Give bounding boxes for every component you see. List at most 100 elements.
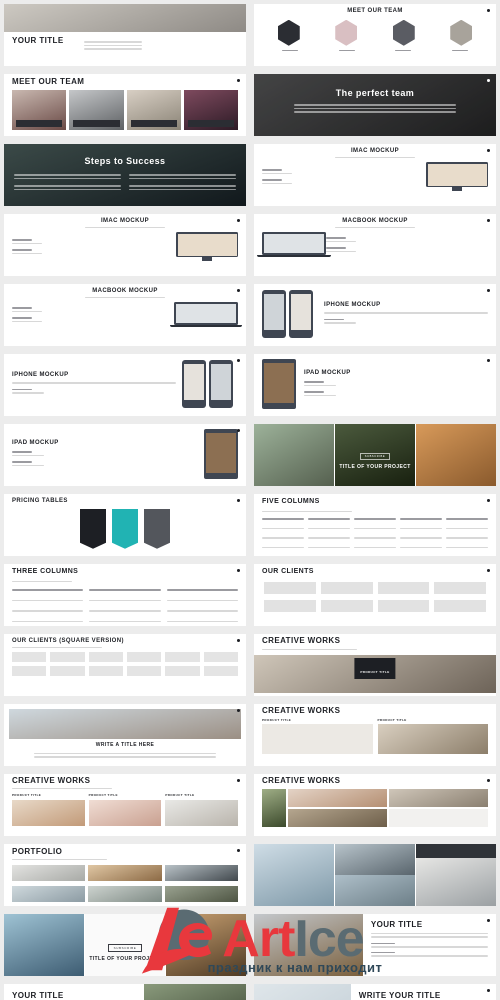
slide-thumbnail[interactable]: CREATIVE WORKS PRODUCT TITLE — [254, 634, 496, 696]
subscribe-button[interactable]: SUBSCRIBE — [107, 944, 143, 952]
pricing-card[interactable] — [80, 508, 106, 549]
slide-thumbnail[interactable]: CREATIVE WORKS PRODUCT TITLE PRODUCT TIT… — [254, 704, 496, 766]
slide-thumbnail[interactable]: PORTFOLIO — [4, 844, 246, 906]
slide-thumbnail[interactable]: SUBSCRIBE TITLE OF YOUR PROJECT — [4, 914, 246, 976]
slide-title: The perfect team — [335, 88, 415, 98]
page-dot — [487, 499, 490, 502]
slide-thumbnail[interactable]: PRICING TABLES — [4, 494, 246, 556]
feature-list — [262, 167, 426, 186]
slide-photo — [416, 424, 496, 486]
client-logo — [377, 599, 430, 612]
page-dot — [237, 499, 240, 502]
feature-list — [12, 305, 174, 324]
slide-thumbnail[interactable]: OUR CLIENTS — [254, 564, 496, 626]
slide-title: IPAD MOCKUP — [304, 369, 351, 376]
page-dot — [237, 849, 240, 852]
slide-thumbnail[interactable]: WRITE A TITLE HERE — [4, 704, 246, 766]
team-card — [126, 89, 181, 130]
page-dot — [237, 779, 240, 782]
slide-thumbnail[interactable]: Steps to Success — [4, 144, 246, 206]
slide-thumbnail[interactable]: IPHONE MOCKUP — [4, 354, 246, 416]
client-logo — [434, 599, 486, 612]
client-logo — [203, 666, 238, 677]
slide-thumbnail[interactable]: YOUR TITLE — [254, 914, 496, 976]
text-lines — [254, 98, 496, 113]
feature-list — [12, 237, 176, 256]
slide-title: OUR CLIENTS — [262, 568, 314, 575]
slide-thumbnail[interactable]: IMAC MOCKUP — [4, 214, 246, 276]
slide-thumbnail[interactable]: MEET OUR TEAM — [254, 4, 496, 66]
team-card — [183, 89, 238, 130]
page-dot — [237, 639, 240, 642]
ipad-mockup-icon — [204, 429, 238, 479]
page-dot — [487, 219, 490, 222]
feature-list — [326, 235, 488, 254]
slide-thumbnail[interactable]: IMAC MOCKUP — [254, 144, 496, 206]
imac-mockup-icon — [426, 162, 488, 192]
slide-thumbnail[interactable] — [254, 844, 496, 906]
slide-thumbnail[interactable]: OUR CLIENTS (SQUARE VERSION) — [4, 634, 246, 696]
slide-photo: PRODUCT TITLE — [254, 655, 496, 694]
portfolio-item — [12, 886, 86, 903]
slide-thumbnail[interactable]: The perfect team — [254, 74, 496, 136]
table-row — [262, 545, 488, 551]
page-dot — [487, 359, 490, 362]
slide-title: YOUR TITLE — [12, 991, 64, 1000]
pricing-card-row — [4, 505, 246, 553]
slide-photo — [254, 984, 351, 1000]
slide-title: YOUR TITLE — [12, 36, 64, 45]
slide-title: CREATIVE WORKS — [262, 776, 341, 785]
table-row — [12, 608, 238, 614]
table-row — [262, 535, 488, 541]
client-logo — [88, 666, 123, 677]
avatar — [277, 19, 300, 46]
slide-thumbnail[interactable]: MEET OUR TEAM — [4, 74, 246, 136]
page-dot — [237, 359, 240, 362]
portfolio-item — [88, 886, 162, 903]
client-logo — [88, 652, 123, 663]
page-dot — [487, 779, 490, 782]
slide-photo — [144, 984, 246, 1000]
work-item: PRODUCT TITLE — [262, 718, 373, 755]
table-row — [262, 526, 488, 532]
slide-photo — [166, 914, 246, 976]
slide-title: MEET OUR TEAM — [347, 8, 403, 14]
avatar-row — [254, 19, 496, 46]
slide-photo — [254, 914, 363, 976]
iphone-mockup-icon — [182, 360, 238, 408]
slide-thumbnail[interactable]: MACBOOK MOCKUP — [4, 284, 246, 346]
page-dot — [237, 569, 240, 572]
slide-thumbnail[interactable]: IPHONE MOCKUP — [254, 284, 496, 346]
portfolio-item — [164, 865, 238, 882]
portfolio-item — [88, 865, 162, 882]
slide-photo: SUBSCRIBE TITLE OF YOUR PROJECT — [335, 424, 415, 486]
slide-thumbnail[interactable]: IPAD MOCKUP — [254, 354, 496, 416]
page-dot — [487, 149, 490, 152]
client-logo — [50, 666, 85, 677]
team-card — [69, 89, 124, 130]
slide-thumbnail[interactable]: MACBOOK MOCKUP — [254, 214, 496, 276]
slide-thumbnail[interactable]: FIVE COLUMNS — [254, 494, 496, 556]
slide-thumbnail[interactable]: SUBSCRIBE TITLE OF YOUR PROJECT — [254, 424, 496, 486]
page-dot — [237, 79, 240, 82]
work-item: PRODUCT TITLE — [12, 794, 85, 826]
subscribe-button[interactable]: SUBSCRIBE — [359, 453, 391, 460]
page-dot — [487, 989, 490, 992]
slide-thumbnail[interactable]: CREATIVE WORKS PRODUCT TITLE PRODUCT TIT… — [4, 774, 246, 836]
imac-mockup-icon — [176, 232, 238, 262]
slide-thumbnail[interactable]: CREATIVE WORKS — [254, 774, 496, 836]
pricing-card[interactable] — [144, 508, 170, 549]
slide-thumbnail[interactable]: IPAD MOCKUP — [4, 424, 246, 486]
pricing-card[interactable] — [112, 508, 138, 549]
avatar — [335, 19, 358, 46]
slide-thumbnail[interactable]: YOUR TITLE — [4, 984, 246, 1000]
slide-thumbnail[interactable]: THREE COLUMNS — [4, 564, 246, 626]
slide-thumbnail[interactable]: WRITE YOUR TITLE — [254, 984, 496, 1000]
client-logo — [264, 599, 316, 612]
slide-title: MEET OUR TEAM — [12, 77, 85, 86]
slide-thumbnail[interactable]: YOUR TITLE — [4, 4, 246, 66]
work-item: PRODUCT TITLE — [88, 794, 162, 826]
slide-title: FIVE COLUMNS — [262, 498, 320, 505]
logo-row — [4, 666, 246, 679]
logo-row — [254, 599, 496, 612]
